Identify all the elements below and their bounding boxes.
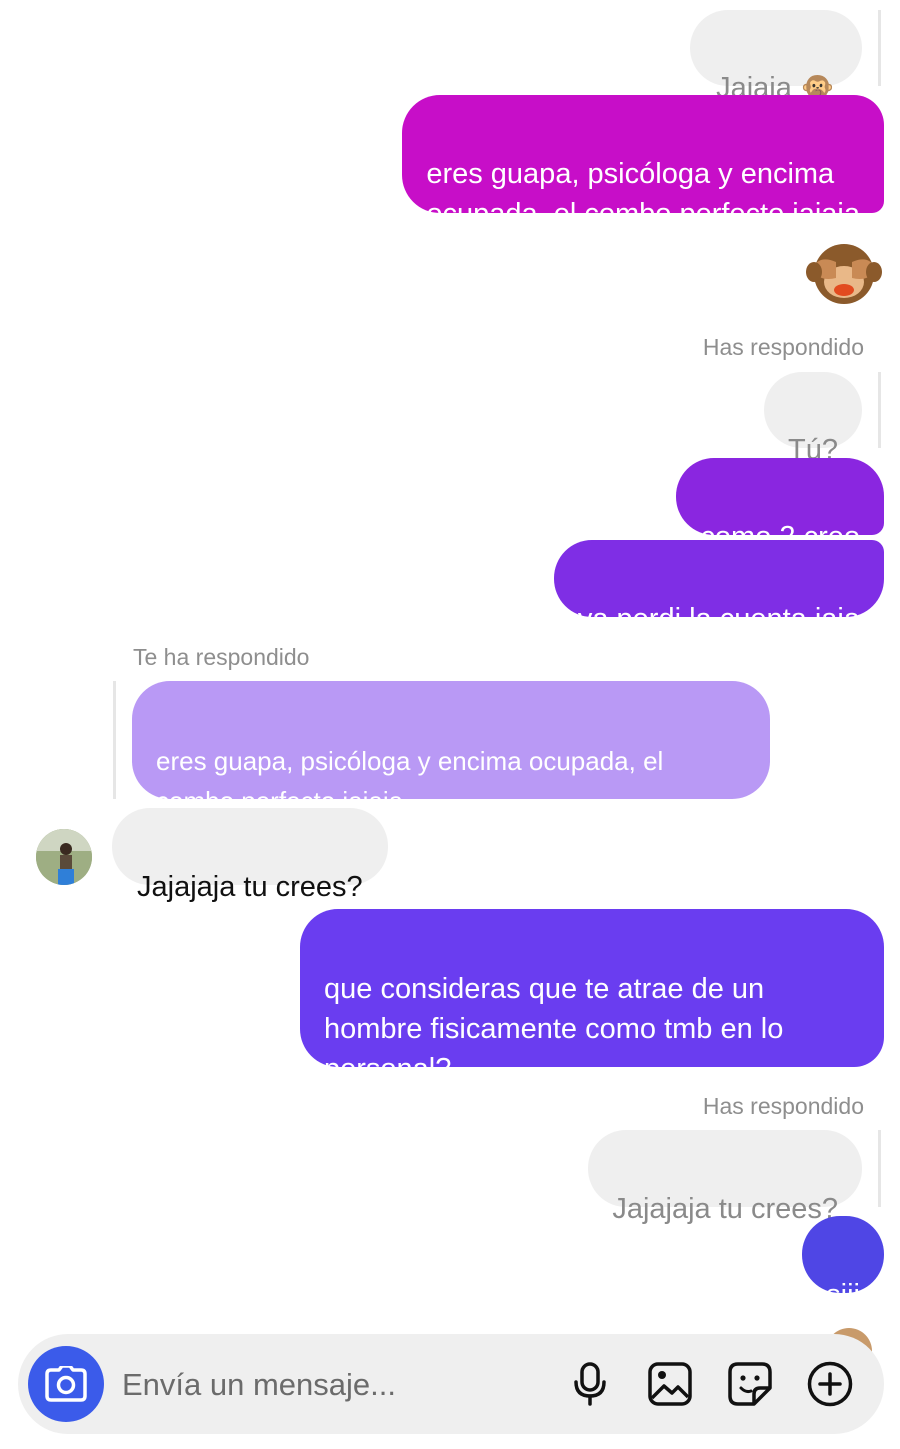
image-icon — [648, 1362, 692, 1406]
gallery-button[interactable] — [645, 1359, 695, 1409]
quote-bar — [113, 681, 116, 799]
sent-message[interactable]: que consideras que te atrae de un hombre… — [300, 909, 884, 1085]
sent-message-text: ya perdi la cuenta jaja — [577, 603, 860, 635]
microphone-icon — [574, 1362, 606, 1406]
camera-icon — [45, 1366, 87, 1402]
quoted-message-text: eres guapa, psicóloga y encima ocupada, … — [156, 746, 664, 816]
quoted-message[interactable]: Tú? — [764, 372, 862, 466]
sticker-icon — [728, 1362, 772, 1406]
received-message-text: Jajajaja tu crees? — [137, 871, 363, 903]
sent-message[interactable]: eres guapa, psicóloga y encima ocupada, … — [402, 95, 884, 230]
quoted-message[interactable]: eres guapa, psicóloga y encima ocupada, … — [132, 681, 770, 816]
sent-message[interactable]: ya perdi la cuenta jaja — [553, 540, 884, 635]
message-composer — [18, 1334, 884, 1434]
quote-bar — [878, 10, 881, 86]
quoted-message[interactable]: Jajaja 🙊 — [690, 10, 862, 104]
sent-message[interactable]: como 2 creo — [676, 458, 884, 553]
quoted-message-text: Jajajaja tu crees? — [612, 1193, 838, 1225]
plus-circle-icon — [807, 1361, 853, 1407]
sent-message[interactable]: siii — [802, 1216, 884, 1311]
reply-label: Has respondido — [702, 334, 864, 360]
sent-message-text: eres guapa, psicóloga y encima ocupada, … — [426, 158, 860, 230]
chat-thread: Jajaja 🙊 eres guapa, psicóloga y encima … — [0, 0, 900, 1449]
see-no-evil-monkey-emoji[interactable] — [806, 240, 882, 306]
camera-button[interactable] — [28, 1346, 104, 1422]
quote-bar — [878, 372, 881, 448]
message-input[interactable] — [120, 1359, 544, 1411]
sent-message-text: siii — [826, 1279, 860, 1311]
quoted-message[interactable]: Jajajaja tu crees? — [588, 1130, 862, 1225]
microphone-button[interactable] — [565, 1359, 615, 1409]
reply-label: Has respondido — [702, 1093, 864, 1119]
avatar[interactable] — [36, 829, 92, 885]
quote-bar — [878, 1130, 881, 1207]
reply-label: Te ha respondido — [133, 644, 310, 670]
received-message[interactable]: Jajajaja tu crees? — [112, 808, 388, 903]
sent-message-text: que consideras que te atrae de un hombre… — [324, 973, 784, 1085]
sticker-button[interactable] — [725, 1359, 775, 1409]
more-button[interactable] — [805, 1359, 855, 1409]
